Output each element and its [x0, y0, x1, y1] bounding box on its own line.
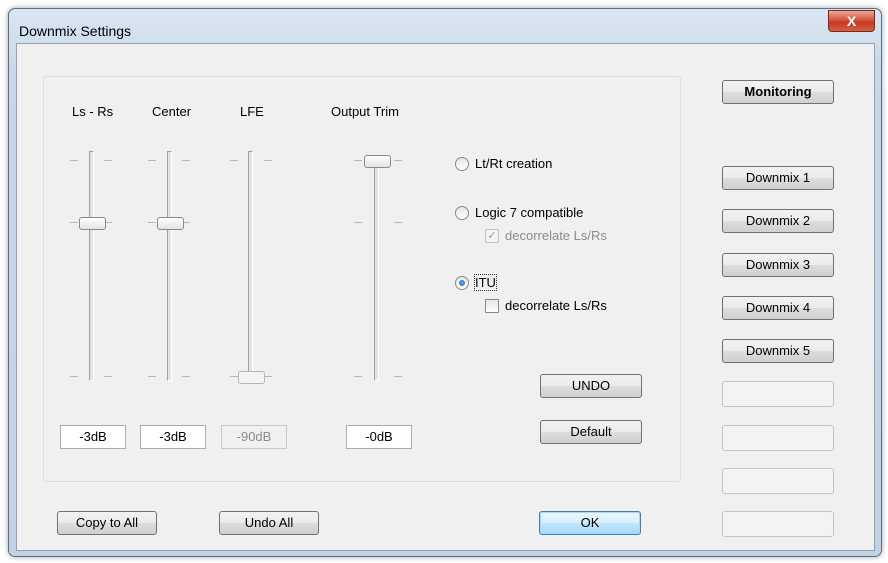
window-title: Downmix Settings: [19, 23, 132, 39]
itu-label[interactable]: ITU: [474, 274, 497, 291]
output-trim-slider-thumb[interactable]: [364, 155, 391, 168]
output-trim-label: Output Trim: [331, 104, 399, 119]
lfe-value: -90dB: [221, 425, 287, 449]
lt-rt-creation-radio[interactable]: [455, 157, 469, 171]
lfe-label: LFE: [240, 104, 264, 119]
preset-slot-7-button: [722, 425, 834, 451]
itu-decorrelate-label[interactable]: decorrelate Ls/Rs: [505, 298, 607, 313]
ok-button[interactable]: OK: [539, 511, 641, 535]
close-button[interactable]: X: [828, 10, 875, 32]
lfe-slider-track: [248, 151, 253, 381]
copy-to-all-button[interactable]: Copy to All: [57, 511, 157, 535]
ls-rs-value[interactable]: -3dB: [60, 425, 126, 449]
monitoring-button[interactable]: Monitoring: [722, 80, 834, 104]
output-trim-slider-track: [374, 161, 379, 381]
title-bar[interactable]: Downmix Settings X: [9, 9, 881, 45]
ls-rs-slider-thumb[interactable]: [79, 217, 106, 230]
dialog-client-area: Ls - Rs Center LFE Output Trim -3dB -3dB…: [16, 43, 875, 551]
preset-slot-9-button: [722, 511, 834, 537]
radio-selected-dot-icon: [459, 280, 465, 286]
undo-button[interactable]: UNDO: [540, 374, 642, 398]
center-slider-thumb[interactable]: [157, 217, 184, 230]
downmix-settings-window: Downmix Settings X Ls - Rs Center LFE Ou…: [8, 8, 882, 557]
downmix-2-button[interactable]: Downmix 2: [722, 209, 834, 233]
settings-groupbox: Ls - Rs Center LFE Output Trim -3dB -3dB…: [43, 76, 681, 482]
downmix-1-button[interactable]: Downmix 1: [722, 166, 834, 190]
output-trim-value[interactable]: -0dB: [346, 425, 412, 449]
logic7-compatible-radio[interactable]: [455, 206, 469, 220]
downmix-4-button[interactable]: Downmix 4: [722, 296, 834, 320]
logic7-decorrelate-label: decorrelate Ls/Rs: [505, 228, 607, 243]
center-value[interactable]: -3dB: [140, 425, 206, 449]
default-button[interactable]: Default: [540, 420, 642, 444]
preset-slot-8-button: [722, 468, 834, 494]
lfe-slider-thumb: [238, 371, 265, 384]
itu-radio[interactable]: [455, 276, 469, 290]
ls-rs-label: Ls - Rs: [72, 104, 114, 119]
lt-rt-creation-label[interactable]: Lt/Rt creation: [475, 156, 552, 171]
preset-slot-6-button: [722, 381, 834, 407]
ls-rs-slider-track: [89, 151, 94, 381]
checkmark-icon: ✓: [487, 230, 497, 242]
undo-all-button[interactable]: Undo All: [219, 511, 319, 535]
logic7-compatible-label[interactable]: Logic 7 compatible: [475, 205, 583, 220]
center-label: Center: [152, 104, 192, 119]
center-slider-track: [167, 151, 172, 381]
close-icon: X: [846, 13, 857, 29]
downmix-5-button[interactable]: Downmix 5: [722, 339, 834, 363]
itu-decorrelate-checkbox[interactable]: [485, 299, 499, 313]
logic7-decorrelate-checkbox: ✓: [485, 229, 499, 243]
downmix-3-button[interactable]: Downmix 3: [722, 253, 834, 277]
